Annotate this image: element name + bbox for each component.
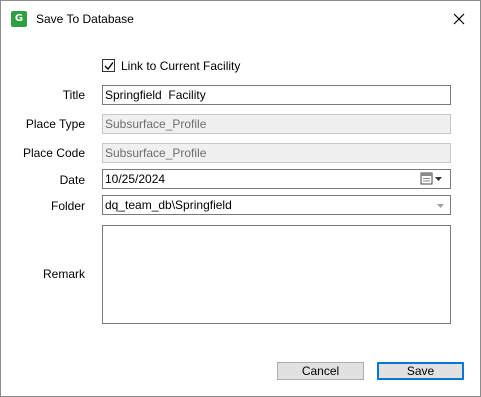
title-bar[interactable]: G Save To Database xyxy=(1,1,480,37)
checkmark-icon xyxy=(104,62,114,71)
link-facility-label[interactable]: Link to Current Facility xyxy=(121,59,240,73)
folder-combobox[interactable]: dq_team_db\Springfield xyxy=(102,195,451,215)
place-code-label: Place Code xyxy=(22,146,85,160)
date-label: Date xyxy=(59,173,85,187)
folder-value: dq_team_db\Springfield xyxy=(105,198,232,212)
window-title: Save To Database xyxy=(36,12,134,26)
title-label: Title xyxy=(62,88,85,102)
chevron-down-icon xyxy=(437,204,444,208)
folder-label: Folder xyxy=(50,199,85,213)
save-to-database-dialog: G Save To Database Link to Current Facil… xyxy=(0,0,481,397)
calendar-dropdown-icon xyxy=(420,172,442,185)
place-type-field xyxy=(102,114,451,134)
remark-label: Remark xyxy=(42,267,85,281)
date-picker[interactable]: 10/25/2024 xyxy=(102,169,451,189)
cancel-button[interactable]: Cancel xyxy=(277,362,364,380)
place-code-field xyxy=(102,143,451,163)
date-dropdown-button[interactable] xyxy=(420,172,446,186)
close-button[interactable] xyxy=(447,7,471,31)
place-type-label: Place Type xyxy=(25,117,85,131)
title-input[interactable] xyxy=(102,85,451,105)
date-value: 10/25/2024 xyxy=(105,172,166,186)
link-facility-checkbox[interactable] xyxy=(102,59,115,72)
close-icon xyxy=(453,13,465,25)
remark-textarea[interactable] xyxy=(102,225,451,324)
save-button[interactable]: Save xyxy=(377,362,464,380)
folder-dropdown-button[interactable] xyxy=(432,196,450,214)
app-logo-icon: G xyxy=(11,11,27,27)
